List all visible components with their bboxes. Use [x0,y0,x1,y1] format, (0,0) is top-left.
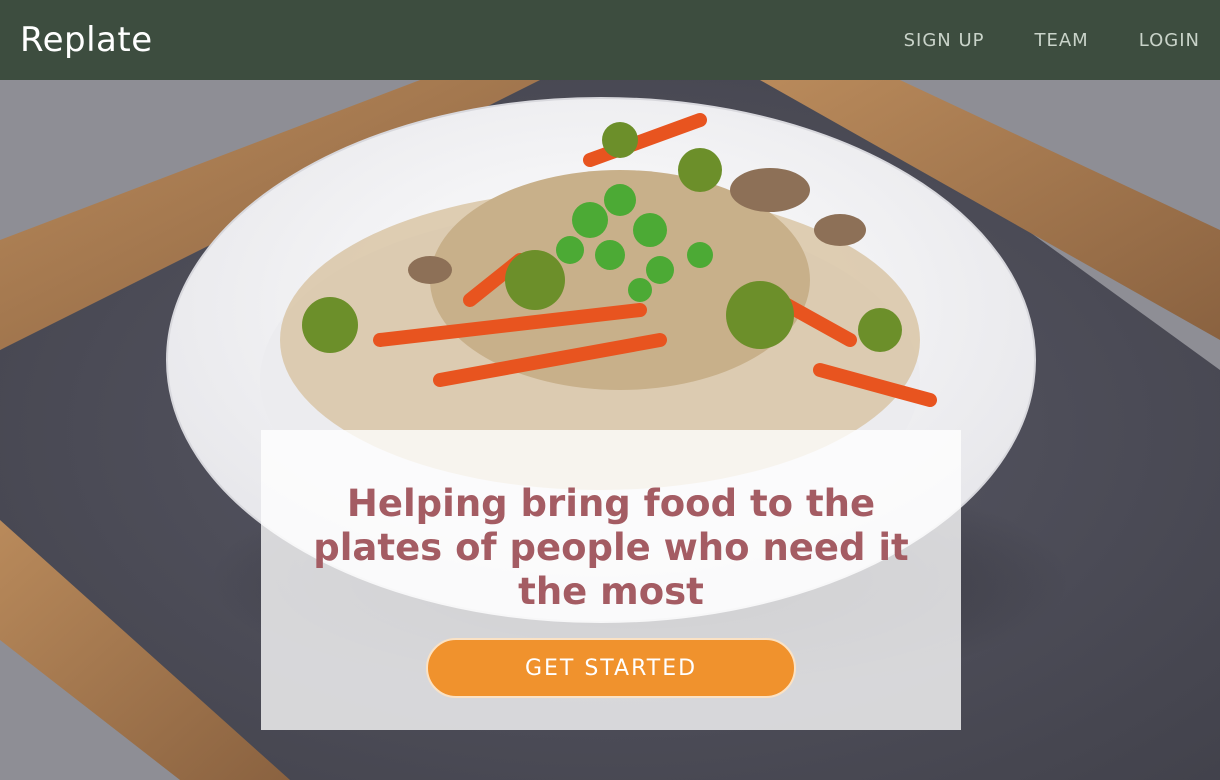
nav-link-login[interactable]: LOGIN [1139,30,1200,51]
hero-section: Helping bring food to the plates of peop… [0,80,1220,780]
navbar: Replate SIGN UP TEAM LOGIN [0,0,1220,80]
get-started-button[interactable]: GET STARTED [426,638,796,698]
nav-links: SIGN UP TEAM LOGIN [854,30,1200,51]
nav-link-team[interactable]: TEAM [1035,30,1089,51]
hero-headline: Helping bring food to the plates of peop… [313,482,909,613]
hero-overlay-card: Helping bring food to the plates of peop… [261,430,961,730]
brand-logo[interactable]: Replate [20,20,153,60]
nav-link-sign-up[interactable]: SIGN UP [904,30,985,51]
